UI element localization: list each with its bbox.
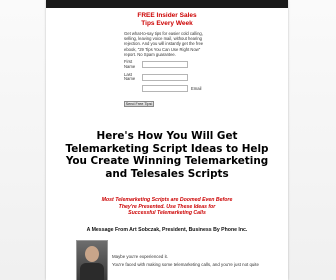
author-byline: A Message From Art Sobczak, President, B…	[86, 227, 248, 233]
optin-heading-line2: Tips Every Week	[141, 19, 193, 27]
last-name-label: Last Name	[124, 71, 136, 82]
optin-description: Get what-to-say tips for easier cold cal…	[124, 31, 204, 57]
landing-page: FREE Insider Sales Tips Every Week Get w…	[46, 0, 288, 280]
optin-heading: FREE Insider Sales Tips Every Week	[124, 12, 210, 27]
author-face	[85, 246, 99, 262]
author-body	[80, 263, 104, 280]
letter-line2: You're faced with making some telemarket…	[112, 262, 259, 267]
author-photo	[76, 240, 108, 280]
letter-line1: Maybe you're experienced it.	[112, 254, 168, 259]
first-name-label: First Name	[124, 59, 136, 69]
first-name-row: First Name	[124, 59, 210, 70]
optin-heading-line1: FREE Insider Sales	[137, 12, 197, 19]
last-name-field[interactable]	[142, 73, 188, 81]
subheadline-line2: They're Presented. Use These Ideas for	[118, 203, 216, 210]
send-free-tips-button[interactable]: Send Free Tips!	[124, 101, 154, 108]
page-headline: Here's How You Will Get Telemarketing Sc…	[65, 130, 269, 180]
top-bar	[46, 0, 288, 8]
last-name-row: Last Name	[124, 71, 210, 83]
first-name-field[interactable]	[142, 61, 188, 69]
page-background-left	[0, 0, 46, 280]
email-field[interactable]	[142, 85, 188, 93]
sales-letter: Maybe you're experienced it. You're face…	[112, 254, 272, 270]
subheadline-line3: Successful Telemarketing Calls	[128, 210, 206, 217]
page-background-right	[288, 0, 336, 280]
optin-form: FREE Insider Sales Tips Every Week Get w…	[124, 12, 210, 110]
subheadline-line1: Most Telemarketing Scripts are Doomed Ev…	[101, 197, 233, 203]
email-row: Email	[124, 85, 210, 93]
email-label: Email	[191, 86, 202, 92]
subheadline: Most Telemarketing Scripts are Doomed Ev…	[62, 197, 272, 217]
